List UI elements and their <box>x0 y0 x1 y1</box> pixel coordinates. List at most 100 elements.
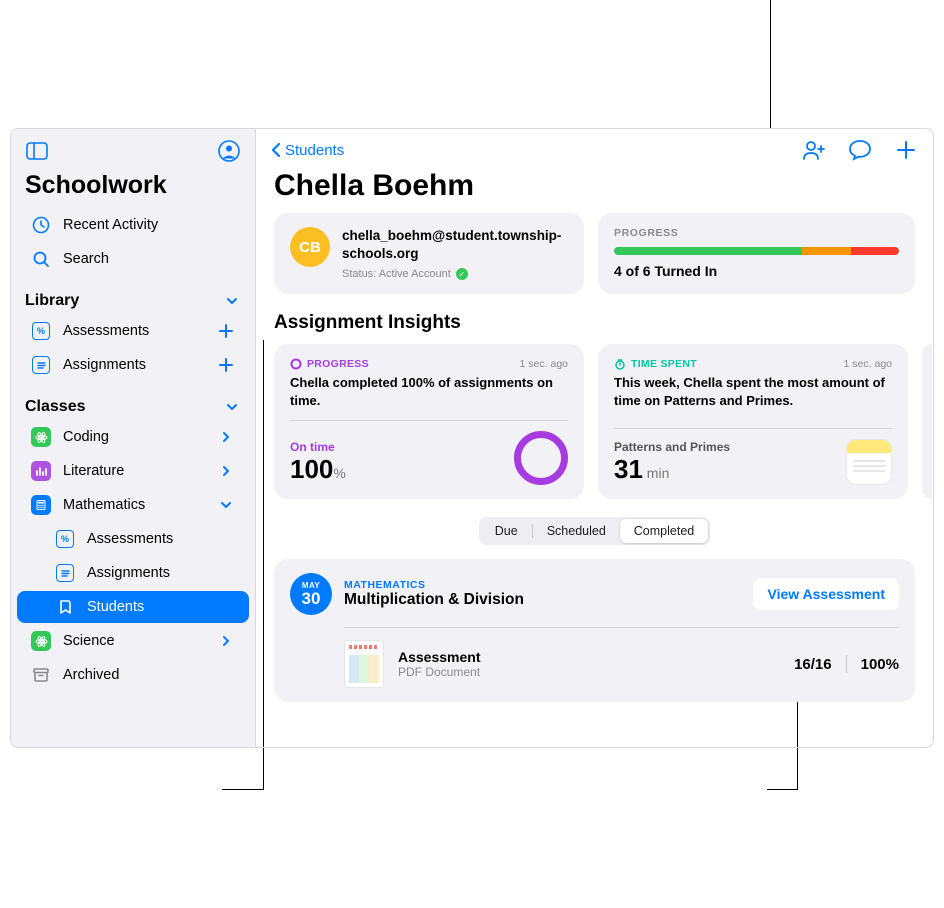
assignments-icon <box>31 355 51 375</box>
account-status: Status: Active Account ✓ <box>342 268 568 280</box>
top-bar: Students <box>256 129 933 165</box>
account-icon[interactable] <box>217 139 241 163</box>
progress-bar <box>614 247 899 255</box>
progress-label: PROGRESS <box>614 227 899 239</box>
status-check-icon: ✓ <box>456 268 468 280</box>
sidebar-item-label: Archived <box>63 667 235 683</box>
content-area: CB chella_boehm@student.township-schools… <box>256 213 933 702</box>
sidebar-item-label: Recent Activity <box>63 217 235 233</box>
document-thumbnail-icon <box>344 640 384 688</box>
progress-segment <box>614 247 802 255</box>
sidebar-item-label: Science <box>63 633 205 649</box>
insight-tag: TIME SPENT <box>631 358 697 370</box>
insight-metric-label: On time <box>290 440 346 454</box>
sidebar-archived[interactable]: Archived <box>17 659 249 691</box>
segmented-control[interactable]: DueScheduledCompleted <box>479 517 710 545</box>
clock-icon <box>31 215 51 235</box>
segment-scheduled[interactable]: Scheduled <box>533 519 620 543</box>
students-icon <box>55 597 75 617</box>
insight-metric-label: Patterns and Primes <box>614 440 730 454</box>
sidebar-item-label: Assignments <box>87 565 235 581</box>
assignment-percent: 100% <box>861 656 899 673</box>
progress-card: PROGRESS 4 of 6 Turned In <box>598 213 915 294</box>
insight-message: Chella completed 100% of assignments on … <box>290 374 568 409</box>
view-assessment-button[interactable]: View Assessment <box>753 578 899 610</box>
assessments-icon: % <box>55 529 75 549</box>
insight-timestamp: 1 sec. ago <box>520 358 568 370</box>
add-person-icon[interactable] <box>801 137 827 163</box>
sidebar-item-label: Mathematics <box>63 497 205 513</box>
chevron-right-icon <box>217 428 235 446</box>
sidebar-section-library[interactable]: Library <box>11 284 255 314</box>
assignment-score: 16/16 <box>794 656 832 673</box>
insight-tag: PROGRESS <box>307 358 369 370</box>
plus-icon[interactable] <box>217 356 235 374</box>
insight-card-progress[interactable]: PROGRESS 1 sec. ago Chella completed 100… <box>274 344 584 499</box>
sidebar-math-assessments[interactable]: % Assessments <box>17 523 249 555</box>
sidebar-math-assignments[interactable]: Assignments <box>17 557 249 589</box>
section-title: Classes <box>25 398 86 416</box>
insight-card-time-spent[interactable]: TIME SPENT 1 sec. ago This week, Chella … <box>598 344 908 499</box>
assignment-subject: MATHEMATICS <box>344 579 741 591</box>
back-button[interactable]: Students <box>270 142 344 159</box>
assignments-icon <box>55 563 75 583</box>
section-title: Library <box>25 292 79 310</box>
sidebar-item-label: Assignments <box>63 357 205 373</box>
app-window: Schoolwork Recent Activity Search Librar… <box>10 128 934 748</box>
sidebar-class-science[interactable]: Science <box>17 625 249 657</box>
progress-segment <box>851 247 899 255</box>
notes-app-icon <box>846 439 892 485</box>
insight-message: This week, Chella spent the most amount … <box>614 374 892 409</box>
assignment-item[interactable]: Assessment PDF Document 16/16 100% <box>290 640 899 688</box>
assignment-item-type: PDF Document <box>398 665 780 679</box>
status-label: Status: Active Account <box>342 268 451 280</box>
page-title: Chella Boehm <box>256 165 933 213</box>
chevron-right-icon <box>217 462 235 480</box>
sidebar-search[interactable]: Search <box>17 243 249 275</box>
chevron-down-icon <box>223 398 241 416</box>
insights-heading: Assignment Insights <box>274 312 915 334</box>
search-icon <box>31 249 51 269</box>
insight-card-peek[interactable] <box>922 344 932 499</box>
insight-metric-value: 31 <box>614 454 643 484</box>
sidebar-math-students[interactable]: Students <box>17 591 249 623</box>
segment-completed[interactable]: Completed <box>620 519 708 543</box>
date-badge: MAY 30 <box>290 573 332 615</box>
student-info-card: CB chella_boehm@student.township-schools… <box>274 213 584 294</box>
sidebar-recent-activity[interactable]: Recent Activity <box>17 209 249 241</box>
add-icon[interactable] <box>893 137 919 163</box>
class-icon <box>31 461 51 481</box>
sidebar-library-assignments[interactable]: Assignments <box>17 349 249 381</box>
sidebar-section-classes[interactable]: Classes <box>11 390 255 420</box>
timer-icon <box>614 358 626 370</box>
sidebar-item-label: Assessments <box>63 323 205 339</box>
plus-icon[interactable] <box>217 322 235 340</box>
app-title: Schoolwork <box>11 165 255 208</box>
main-pane: Students Chella Boehm CB chella_boehm@st… <box>256 129 933 747</box>
date-day: 30 <box>302 590 321 607</box>
sidebar-item-label: Assessments <box>87 531 235 547</box>
sidebar-toggle-icon[interactable] <box>25 139 49 163</box>
assessments-icon: % <box>31 321 51 341</box>
class-icon <box>31 631 51 651</box>
assignment-item-name: Assessment <box>398 649 780 665</box>
message-icon[interactable] <box>847 137 873 163</box>
sidebar-class-coding[interactable]: Coding <box>17 421 249 453</box>
progress-segment <box>802 247 850 255</box>
chevron-down-icon <box>223 292 241 310</box>
sidebar-item-label: Search <box>63 251 235 267</box>
sidebar-class-literature[interactable]: Literature <box>17 455 249 487</box>
sidebar-library-assessments[interactable]: % Assessments <box>17 315 249 347</box>
insight-metric-value: 100 <box>290 454 333 484</box>
progress-text: 4 of 6 Turned In <box>614 263 899 279</box>
back-label: Students <box>285 142 344 159</box>
sidebar-item-label: Coding <box>63 429 205 445</box>
insight-metric-unit: % <box>333 465 345 481</box>
sidebar-header <box>11 129 255 165</box>
sidebar-item-label: Students <box>87 599 235 615</box>
avatar: CB <box>290 227 330 267</box>
assignment-card: MAY 30 MATHEMATICS Multiplication & Divi… <box>274 559 915 702</box>
chevron-down-icon <box>217 496 235 514</box>
segment-due[interactable]: Due <box>481 519 532 543</box>
sidebar-class-mathematics[interactable]: Mathematics <box>17 489 249 521</box>
